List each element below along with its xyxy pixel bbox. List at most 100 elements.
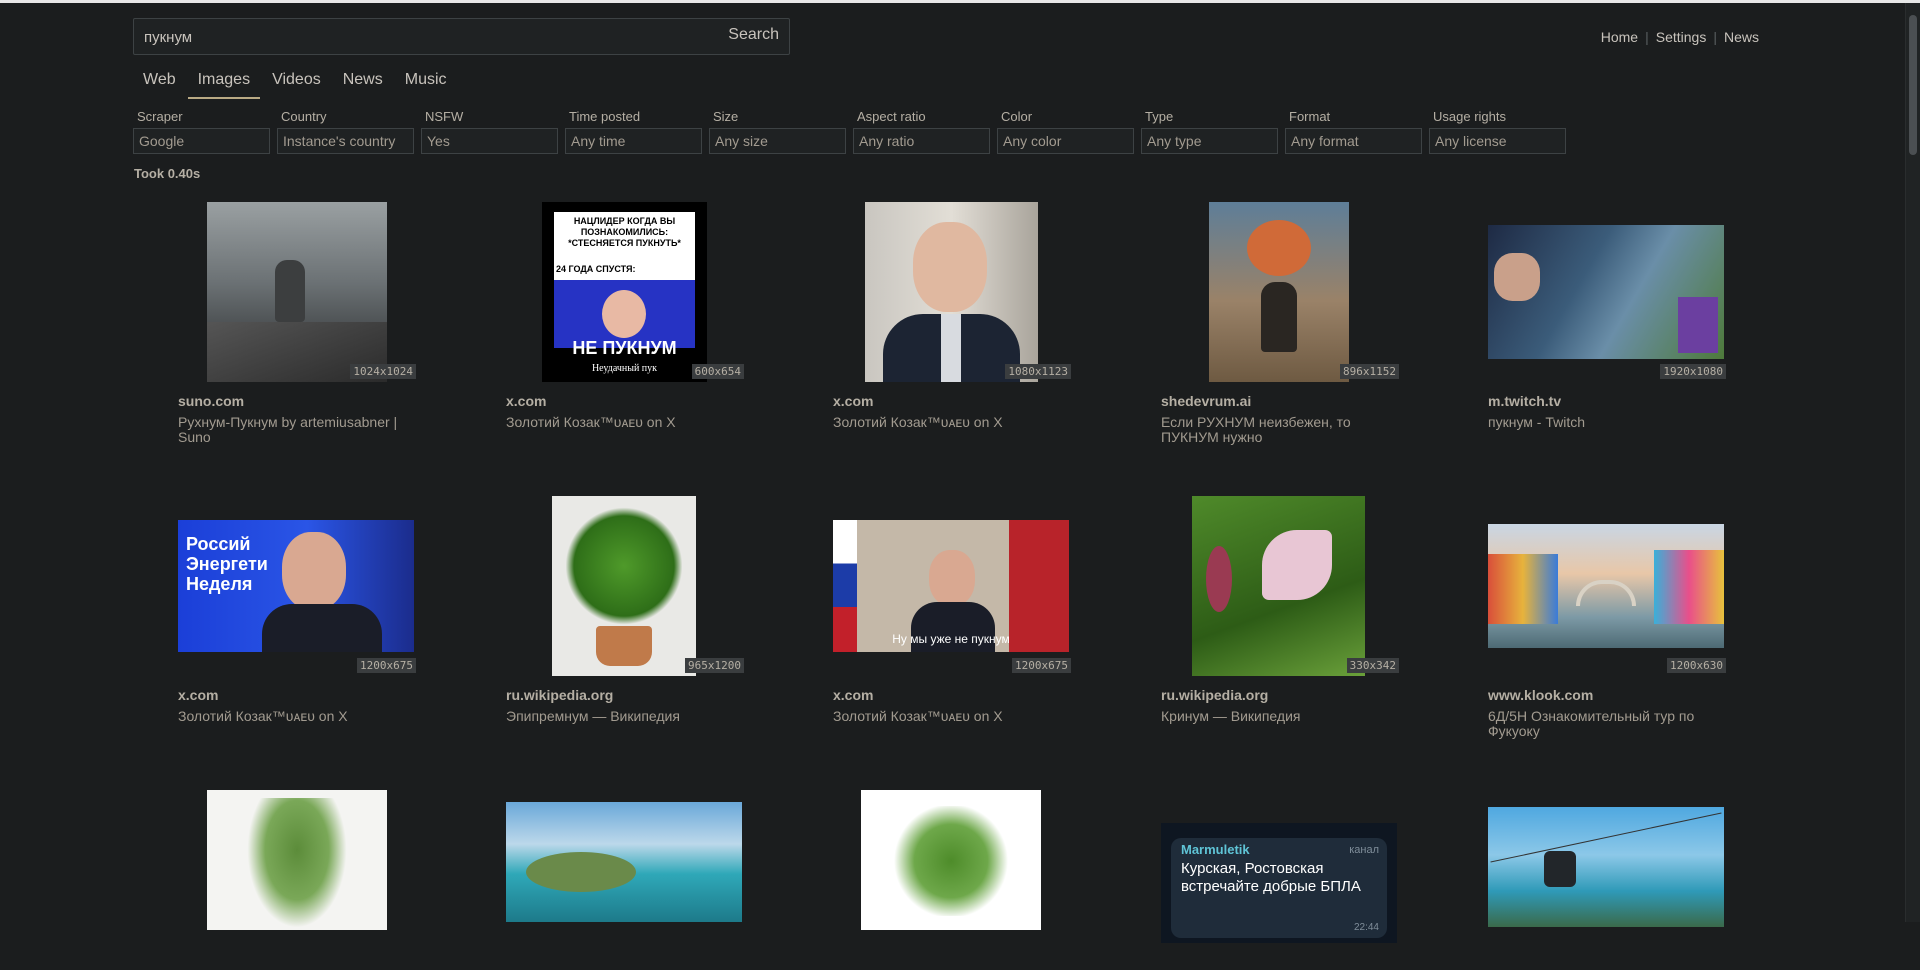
result-title[interactable]: Золотий Козак™ᴜᴀᴇᴜ on X (833, 709, 1073, 724)
figure-shape (1261, 282, 1297, 352)
filter-label: Usage rights (1433, 109, 1506, 124)
filter-usage-select[interactable]: Any license (1429, 128, 1566, 154)
result-thumbnail[interactable] (506, 802, 742, 922)
flower-bud (1206, 546, 1232, 612)
flower-petal (1262, 530, 1332, 600)
nav-home-link[interactable]: Home (1601, 29, 1638, 45)
search-input[interactable] (144, 27, 684, 47)
result-thumbnail[interactable] (1209, 202, 1349, 382)
filter-label: Time posted (569, 109, 641, 124)
result-thumbnail[interactable] (861, 790, 1041, 930)
nav-news-link[interactable]: News (1724, 29, 1759, 45)
resolution-badge: 1024x1024 (350, 364, 416, 379)
result-title[interactable]: Если РУХНУМ неизбежен, то ПУКНУМ нужно (1161, 415, 1401, 445)
resolution-badge: 965x1200 (685, 658, 744, 673)
result-thumbnail[interactable] (1488, 524, 1724, 648)
result-thumbnail[interactable] (1488, 807, 1724, 927)
filter-label: Color (1001, 109, 1033, 124)
resolution-badge: 1080x1123 (1005, 364, 1071, 379)
plant-pot (596, 626, 652, 666)
thumbnail-frame: 1200x630 (1488, 496, 1728, 676)
filter-label: Scraper (137, 109, 183, 124)
resolution-badge: 1200x675 (357, 658, 416, 673)
filter-nsfw-select[interactable]: Yes (421, 128, 558, 154)
filter-label: Country (281, 109, 327, 124)
streamer-cam (1494, 253, 1540, 301)
filter-scraper-select[interactable]: Google (133, 128, 270, 154)
meme-bottom-text: НЕ ПУКНУМ (572, 338, 677, 358)
filter-usage: Usage rights Any license (1429, 109, 1566, 154)
thumbnail-frame: Marmuletik канал Курская, Ростовская вст… (1161, 790, 1401, 970)
result-title[interactable]: 6Д/5Н Ознакомительный тур по Фукуоку (1488, 709, 1728, 739)
resolution-badge: 1200x630 (1667, 658, 1726, 673)
filter-country-select[interactable]: Instance's country (277, 128, 414, 154)
result-thumbnail[interactable] (207, 790, 387, 930)
figure-shape (275, 260, 305, 322)
thumbnail-frame: 1024x1024 (178, 202, 418, 382)
filter-color: Color Any color (997, 109, 1134, 154)
thumbnail-frame: 965x1200 (506, 496, 746, 676)
filter-size-select[interactable]: Any size (709, 128, 846, 154)
thumbnail-frame: 1080x1123 (833, 202, 1073, 382)
result-thumbnail[interactable]: НАЦЛИДЕР КОГДА ВЫ ПОЗНАКОМИЛИСЬ: *СТЕСНЯ… (542, 202, 707, 382)
filter-time: Time posted Any time (565, 109, 702, 154)
result-thumbnail[interactable]: Россий Энергети Неделя (178, 520, 414, 652)
thumbnail-frame: Ну мы уже не пукнум 1200x675 (833, 496, 1073, 676)
result-title[interactable]: Золотий Козак™ᴜᴀᴇᴜ on X (506, 415, 746, 430)
result-site: shedevrum.ai (1161, 393, 1252, 409)
result-title[interactable]: Золотий Козак™ᴜᴀᴇᴜ on X (178, 709, 418, 724)
result-title[interactable]: Рухнум-Пукнум by artemiusabner | Suno (178, 415, 418, 445)
page-scrollbar[interactable] (1905, 3, 1920, 922)
tab-music[interactable]: Music (395, 68, 457, 97)
tab-news[interactable]: News (333, 68, 393, 97)
buildings-right (1654, 550, 1724, 624)
telegram-time: 22:44 (1353, 922, 1379, 933)
thumbnail-frame: 896x1152 (1161, 202, 1401, 382)
result-thumbnail[interactable] (1488, 225, 1724, 359)
telegram-author: Marmuletik (1181, 842, 1250, 857)
face-shape (282, 532, 346, 610)
search-bar: Search (133, 18, 790, 55)
tab-videos[interactable]: Videos (262, 68, 331, 97)
filter-label: Size (713, 109, 739, 124)
result-title[interactable]: пукнум - Twitch (1488, 415, 1728, 430)
filter-aspect-select[interactable]: Any ratio (853, 128, 990, 154)
nav-separator: | (1713, 29, 1717, 45)
result-site: m.twitch.tv (1488, 393, 1562, 409)
search-button[interactable]: Search (728, 26, 779, 44)
thumbnail-frame: Россий Энергети Неделя 1200x675 (178, 496, 418, 676)
tab-web[interactable]: Web (133, 68, 186, 97)
scrollbar-thumb[interactable] (1909, 15, 1917, 155)
result-site: ru.wikipedia.org (506, 687, 614, 703)
resolution-badge: 1200x675 (1012, 658, 1071, 673)
result-thumbnail[interactable]: Marmuletik канал Курская, Ростовская вст… (1161, 823, 1397, 943)
filter-color-select[interactable]: Any color (997, 128, 1134, 154)
thumbnail-frame: 330x342 (1161, 496, 1401, 676)
result-title[interactable]: Эпипремнум — Википедия (506, 709, 746, 724)
face-shape (913, 222, 987, 312)
result-thumbnail[interactable]: Ну мы уже не пукнум (833, 520, 1069, 652)
filter-type-select[interactable]: Any type (1141, 128, 1278, 154)
thumbnail-frame: 1920x1080 (1488, 202, 1728, 382)
result-thumbnail[interactable] (865, 202, 1038, 382)
resolution-badge: 1920x1080 (1660, 364, 1726, 379)
result-site: www.klook.com (1488, 687, 1594, 703)
result-thumbnail[interactable] (207, 202, 387, 382)
island-shape (526, 852, 636, 892)
search-tabs: Web Images Videos News Music (133, 68, 459, 99)
thumbnail-frame (506, 790, 746, 970)
telegram-tag: канал (1349, 844, 1379, 856)
nav-settings-link[interactable]: Settings (1656, 29, 1707, 45)
browser-top-edge (0, 0, 1920, 3)
telegram-message-card: Marmuletik канал Курская, Ростовская вст… (1171, 838, 1387, 938)
meme-caption: Неудачный пук (591, 363, 658, 374)
result-title[interactable]: Золотий Козак™ᴜᴀᴇᴜ on X (833, 415, 1073, 430)
filter-format-select[interactable]: Any format (1285, 128, 1422, 154)
tab-images[interactable]: Images (187, 68, 261, 99)
filter-time-select[interactable]: Any time (565, 128, 702, 154)
result-thumbnail[interactable] (1192, 496, 1365, 676)
result-title[interactable]: Кринум — Википедия (1161, 709, 1401, 724)
result-site: x.com (506, 393, 547, 409)
bridge-shape (1576, 580, 1636, 606)
result-thumbnail[interactable] (552, 496, 696, 676)
